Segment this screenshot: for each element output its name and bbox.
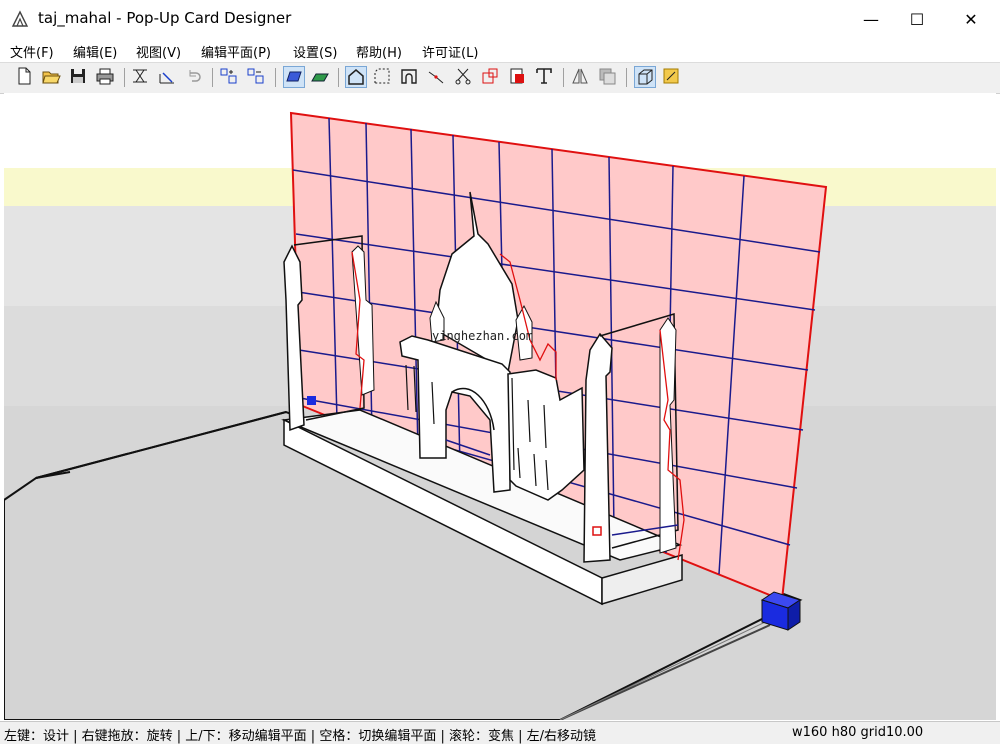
menu-edit-plane[interactable]: 编辑平面(P) <box>201 42 271 61</box>
text-icon[interactable] <box>534 66 556 88</box>
status-hints: 左键：设计 | 右键拖放：旋转 | 上/下：移动编辑平面 | 空格：切换编辑平面… <box>4 729 596 744</box>
close-button[interactable]: ✕ <box>948 0 994 38</box>
window-title: taj_mahal - Pop-Up Card Designer <box>38 9 292 27</box>
copy-icon[interactable] <box>597 66 619 88</box>
plane-green-icon[interactable] <box>310 66 332 88</box>
fill-icon[interactable] <box>507 66 529 88</box>
status-dimensions: w160 h80 grid10.00 <box>792 725 924 740</box>
save-icon[interactable] <box>68 66 90 88</box>
minimize-button[interactable]: — <box>848 0 894 38</box>
dashed-rect-icon[interactable] <box>372 66 394 88</box>
menu-help[interactable]: 帮助(H) <box>356 42 402 61</box>
menu-license[interactable]: 许可证(L) <box>422 42 478 61</box>
cut-icon[interactable] <box>453 66 475 88</box>
app-icon <box>11 10 29 27</box>
menu-file[interactable]: 文件(F) <box>10 42 54 61</box>
grid-remove-icon[interactable] <box>246 66 268 88</box>
menu-edit[interactable]: 编辑(E) <box>73 42 117 61</box>
watermark-text: yinghezhan.com <box>432 329 534 343</box>
arch-icon[interactable] <box>399 66 421 88</box>
transform-icon[interactable] <box>157 66 179 88</box>
line-icon[interactable] <box>426 66 448 88</box>
menu-view[interactable]: 视图(V) <box>136 42 181 61</box>
status-bar: 左键：设计 | 右键拖放：旋转 | 上/下：移动编辑平面 | 空格：切换编辑平面… <box>0 721 1000 744</box>
view3d-icon[interactable] <box>634 66 656 88</box>
plane-blue-icon[interactable] <box>283 66 305 88</box>
menu-bar: 文件(F) 编辑(E) 视图(V) 编辑平面(P) 设置(S) 帮助(H) 许可… <box>0 38 1000 62</box>
design-viewport[interactable]: yinghezhan.com <box>4 93 996 720</box>
3d-scene[interactable] <box>4 93 996 720</box>
maximize-button[interactable]: ☐ <box>894 0 940 38</box>
fit-view-icon[interactable] <box>130 66 152 88</box>
square-icon[interactable] <box>480 66 502 88</box>
toolbar <box>0 62 1000 94</box>
paint-icon[interactable] <box>661 66 683 88</box>
title-bar: taj_mahal - Pop-Up Card Designer — ☐ ✕ <box>0 0 1000 38</box>
mirror-icon[interactable] <box>570 66 592 88</box>
new-file-icon[interactable] <box>14 66 36 88</box>
grid-add-icon[interactable] <box>219 66 241 88</box>
menu-settings[interactable]: 设置(S) <box>293 42 337 61</box>
polygon-icon[interactable] <box>345 66 367 88</box>
open-folder-icon[interactable] <box>41 66 63 88</box>
print-icon[interactable] <box>95 66 117 88</box>
undo-icon[interactable] <box>184 66 206 88</box>
